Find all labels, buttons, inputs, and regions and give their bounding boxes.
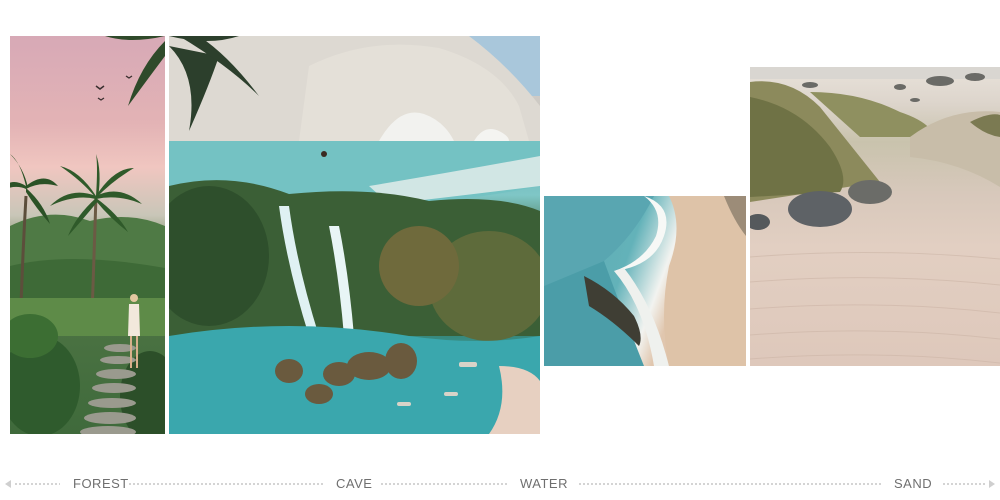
water-photo[interactable] xyxy=(544,196,746,366)
nav-item-water[interactable]: WATER xyxy=(520,476,568,492)
water-photo-art xyxy=(544,196,746,366)
dotted-divider xyxy=(578,483,882,485)
forest-photo-art xyxy=(10,36,165,434)
nav-item-forest[interactable]: FOREST xyxy=(73,476,129,492)
dotted-divider xyxy=(380,483,508,485)
forest-photo[interactable] xyxy=(10,36,165,434)
arrow-right-icon[interactable] xyxy=(989,480,995,488)
cave-photo[interactable] xyxy=(169,36,540,434)
dotted-divider xyxy=(14,483,60,485)
cave-photo-art xyxy=(169,36,540,434)
nav-item-sand[interactable]: SAND xyxy=(894,476,932,492)
dotted-divider xyxy=(942,483,986,485)
category-nav: FOREST CAVE WATER SAND xyxy=(0,470,1000,498)
sand-photo-art xyxy=(750,67,1000,364)
nav-item-cave[interactable]: CAVE xyxy=(336,476,372,492)
arrow-left-icon[interactable] xyxy=(5,480,11,488)
dotted-divider xyxy=(128,483,324,485)
sand-photo[interactable] xyxy=(750,67,1000,366)
